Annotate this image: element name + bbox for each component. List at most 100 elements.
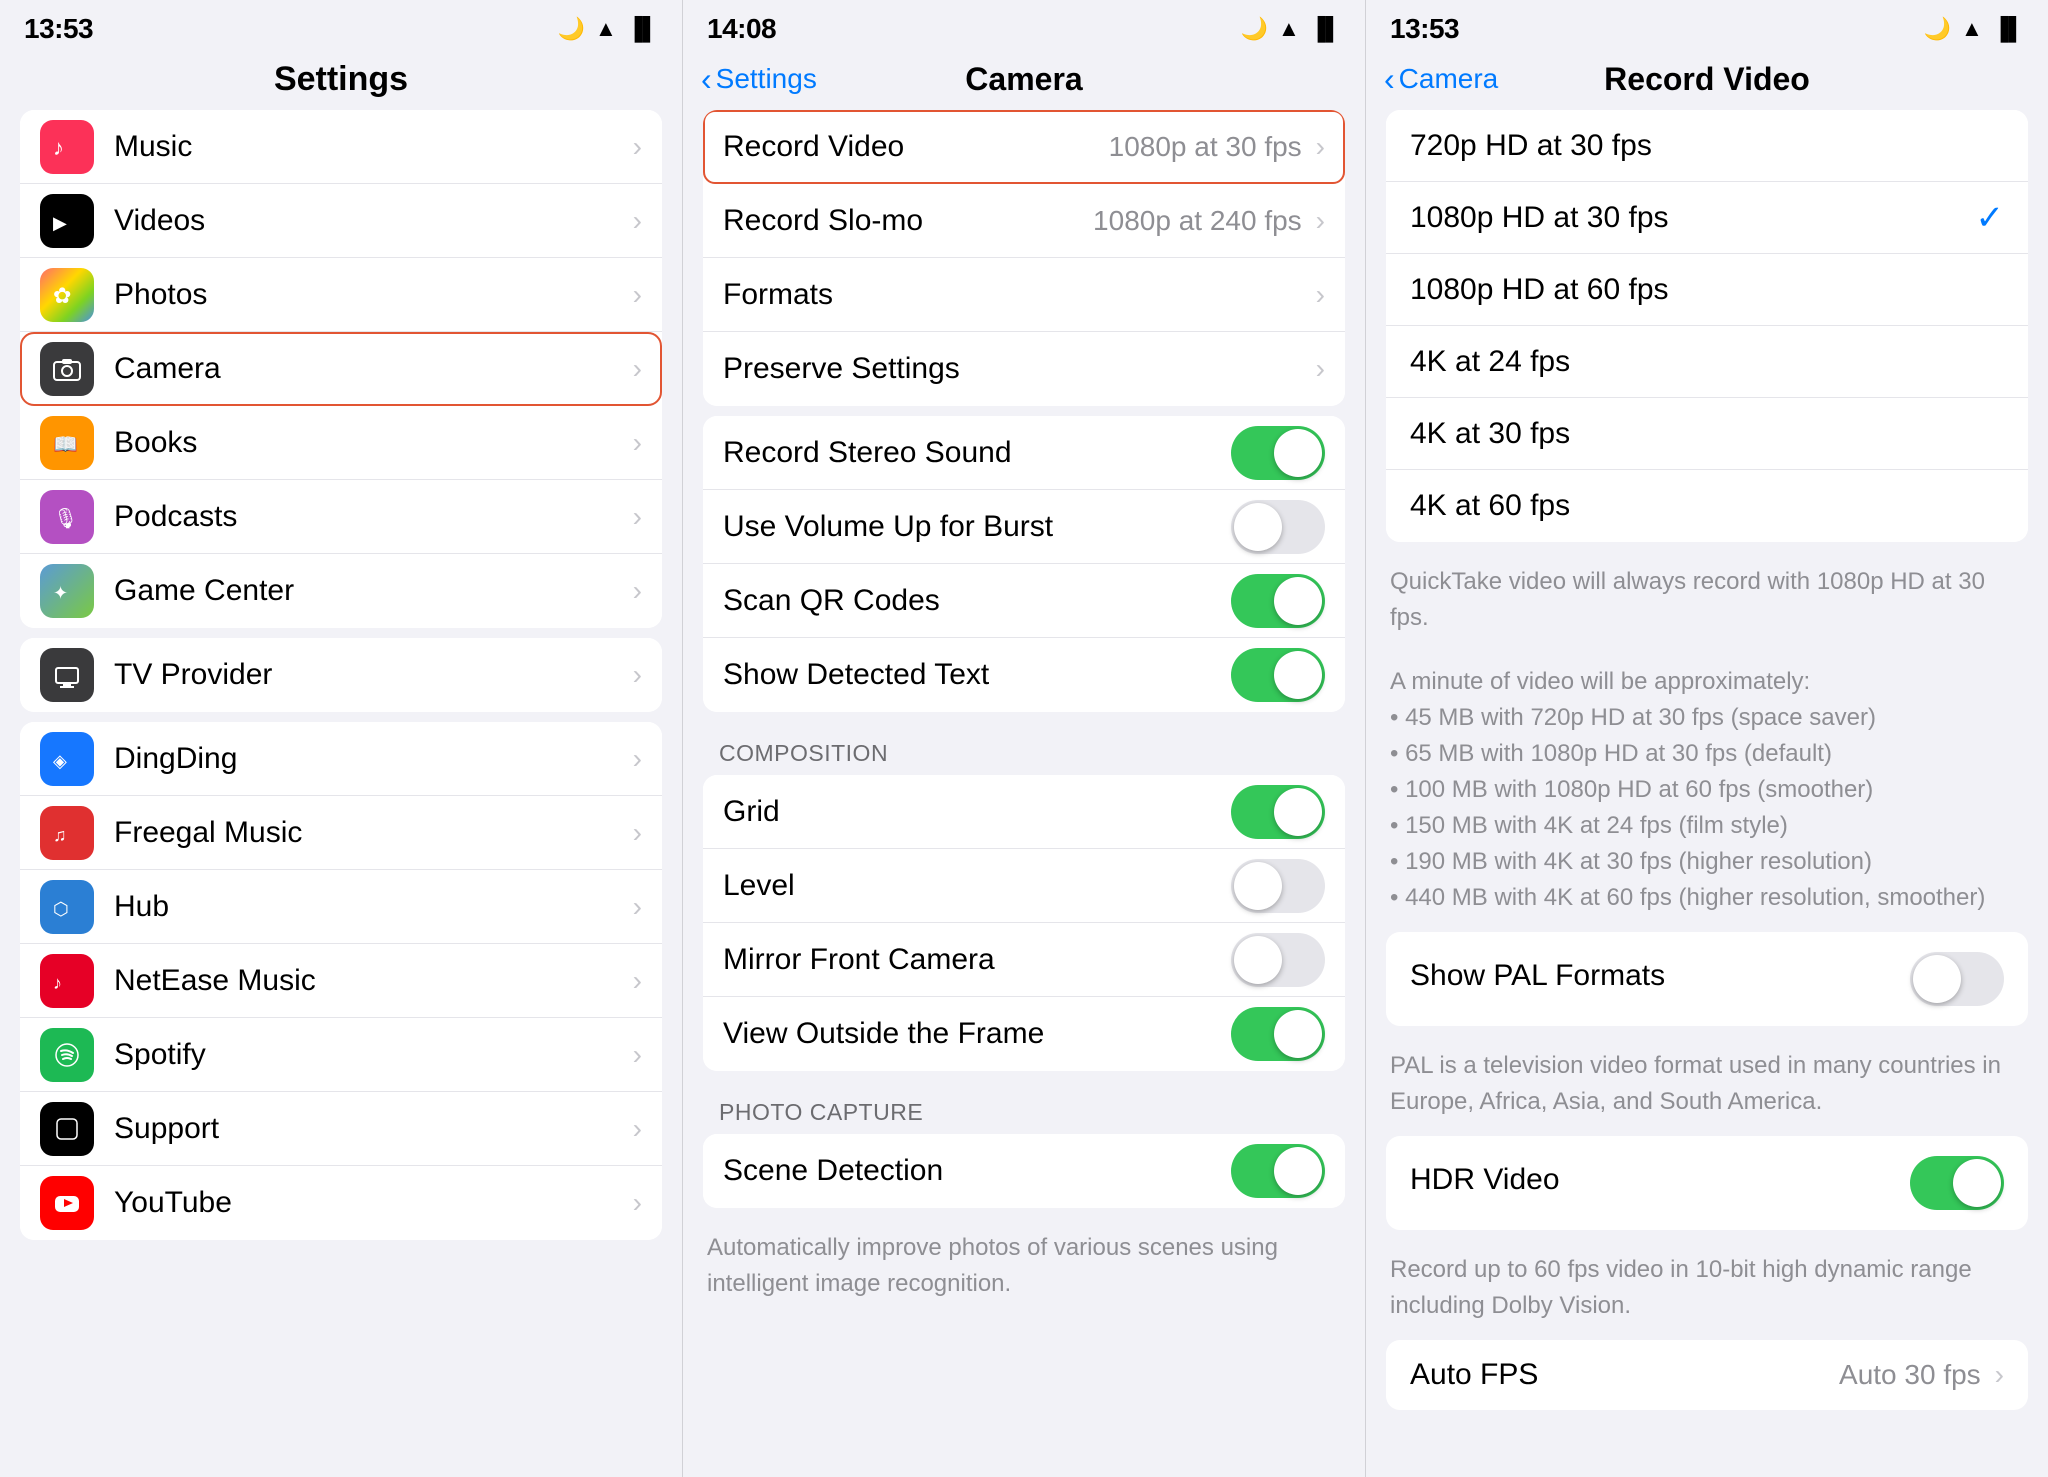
nav-bar-3: ‹ Camera Record Video bbox=[1366, 54, 2048, 110]
hdr-toggle[interactable] bbox=[1910, 1156, 2004, 1210]
option-720p30[interactable]: 720p HD at 30 fps bbox=[1386, 110, 2028, 182]
photocapture-list: Scene Detection bbox=[703, 1134, 1345, 1208]
camera-toggle-list: Record Stereo Sound Use Volume Up for Bu… bbox=[703, 416, 1345, 712]
autofps-value: Auto 30 fps bbox=[1839, 1359, 1981, 1391]
chevron-netease: › bbox=[633, 965, 642, 997]
gamecenter-label: Game Center bbox=[114, 574, 629, 608]
camera-label: Camera bbox=[114, 352, 629, 386]
camera-scanqr-row[interactable]: Scan QR Codes bbox=[703, 564, 1345, 638]
volumeburst-toggle[interactable] bbox=[1231, 500, 1325, 554]
scenedetection-desc: Automatically improve photos of various … bbox=[683, 1218, 1365, 1318]
camera-nav-list: Record Video 1080p at 30 fps › Record Sl… bbox=[703, 110, 1345, 406]
camera-panel: 14:08 🌙 ▲ ▐▌ ‹ Settings Camera Record Vi… bbox=[682, 0, 1366, 1477]
option-1080p60[interactable]: 1080p HD at 60 fps bbox=[1386, 254, 2028, 326]
hub-label: Hub bbox=[114, 890, 629, 924]
recordvideo-label: Record Video bbox=[723, 130, 1109, 164]
hub-icon: ⬡ bbox=[40, 880, 94, 934]
settings-item-youtube[interactable]: YouTube › bbox=[20, 1166, 662, 1240]
camera-mirrorfrontcamera-row[interactable]: Mirror Front Camera bbox=[703, 923, 1345, 997]
netease-label: NetEase Music bbox=[114, 964, 629, 998]
viewoutsideframe-toggle[interactable] bbox=[1231, 1007, 1325, 1061]
volumeburst-knob bbox=[1234, 503, 1282, 551]
svg-text:♪: ♪ bbox=[53, 973, 62, 993]
option-720p30-label: 720p HD at 30 fps bbox=[1410, 129, 2004, 163]
svg-text:🎙: 🎙 bbox=[53, 508, 78, 530]
pal-content: Show PAL Formats bbox=[1410, 959, 1910, 999]
minute-note: A minute of video will be approximately:… bbox=[1366, 652, 2048, 932]
recordvideo-content: 720p HD at 30 fps 1080p HD at 30 fps ✓ 1… bbox=[1366, 110, 2048, 1477]
pal-row[interactable]: Show PAL Formats bbox=[1386, 932, 2028, 1026]
settings-item-netease[interactable]: ♪ NetEase Music › bbox=[20, 944, 662, 1018]
camera-level-row[interactable]: Level bbox=[703, 849, 1345, 923]
settings-item-videos[interactable]: ▶ Videos › bbox=[20, 184, 662, 258]
camera-scenedetection-row[interactable]: Scene Detection bbox=[703, 1134, 1345, 1208]
tvprovider-label: TV Provider bbox=[114, 658, 629, 692]
mirrorfrontcamera-label: Mirror Front Camera bbox=[723, 943, 1231, 977]
level-toggle[interactable] bbox=[1231, 859, 1325, 913]
option-1080p30[interactable]: 1080p HD at 30 fps ✓ bbox=[1386, 182, 2028, 254]
wifi-icon-2: ▲ bbox=[1278, 16, 1300, 42]
music-icon: ♪ bbox=[40, 120, 94, 174]
chevron-hub: › bbox=[633, 891, 642, 923]
recordstereo-toggle[interactable] bbox=[1231, 426, 1325, 480]
settings-item-tvprovider[interactable]: TV Provider › bbox=[20, 638, 662, 712]
pal-desc: PAL is a television video format used in… bbox=[1366, 1036, 2048, 1136]
settings-main-list: ♪ Music › ▶ Videos › ✿ Photos › bbox=[20, 110, 662, 628]
settings-item-music[interactable]: ♪ Music › bbox=[20, 110, 662, 184]
option-4k60[interactable]: 4K at 60 fps bbox=[1386, 470, 2028, 542]
youtube-icon bbox=[40, 1176, 94, 1230]
scenedetection-toggle[interactable] bbox=[1231, 1144, 1325, 1198]
chevron-videos: › bbox=[633, 205, 642, 237]
composition-list: Grid Level Mirror Front Camera View Outs… bbox=[703, 775, 1345, 1071]
chevron-freegal: › bbox=[633, 817, 642, 849]
settings-item-gamecenter[interactable]: ✦ Game Center › bbox=[20, 554, 662, 628]
camera-content: Record Video 1080p at 30 fps › Record Sl… bbox=[683, 110, 1365, 1477]
chevron-preservesettings: › bbox=[1316, 353, 1325, 385]
viewoutsideframe-label: View Outside the Frame bbox=[723, 1017, 1231, 1051]
settings-item-books[interactable]: 📖 Books › bbox=[20, 406, 662, 480]
status-bar-2: 14:08 🌙 ▲ ▐▌ bbox=[683, 0, 1365, 54]
option-4k30[interactable]: 4K at 30 fps bbox=[1386, 398, 2028, 470]
back-button-3[interactable]: ‹ Camera bbox=[1384, 63, 1498, 95]
camera-recordvideo-row[interactable]: Record Video 1080p at 30 fps › bbox=[703, 110, 1345, 184]
scanqr-toggle[interactable] bbox=[1231, 574, 1325, 628]
camera-grid-row[interactable]: Grid bbox=[703, 775, 1345, 849]
status-bar-3: 13:53 🌙 ▲ ▐▌ bbox=[1366, 0, 2048, 54]
settings-panel: 13:53 🌙 ▲ ▐▌ Settings ♪ Music › ▶ Video bbox=[0, 0, 682, 1477]
netease-icon: ♪ bbox=[40, 954, 94, 1008]
camera-volumeburst-row[interactable]: Use Volume Up for Burst bbox=[703, 490, 1345, 564]
settings-item-camera[interactable]: Camera › bbox=[20, 332, 662, 406]
quicktake-note: QuickTake video will always record with … bbox=[1366, 552, 2048, 652]
grid-toggle[interactable] bbox=[1231, 785, 1325, 839]
svg-text:✿: ✿ bbox=[53, 283, 71, 308]
settings-item-support[interactable]: Support › bbox=[20, 1092, 662, 1166]
camera-showdetectedtext-row[interactable]: Show Detected Text bbox=[703, 638, 1345, 712]
back-button-2[interactable]: ‹ Settings bbox=[701, 63, 817, 95]
status-time-3: 13:53 bbox=[1390, 13, 1459, 45]
camera-viewoutsideframe-row[interactable]: View Outside the Frame bbox=[703, 997, 1345, 1071]
mirrorfrontcamera-toggle[interactable] bbox=[1231, 933, 1325, 987]
recordslomo-label: Record Slo-mo bbox=[723, 204, 1093, 238]
settings-item-podcasts[interactable]: 🎙 Podcasts › bbox=[20, 480, 662, 554]
chevron-dingding: › bbox=[633, 743, 642, 775]
moon-icon-2: 🌙 bbox=[1241, 16, 1268, 42]
autofps-row[interactable]: Auto FPS Auto 30 fps › bbox=[1386, 1340, 2028, 1410]
settings-item-hub[interactable]: ⬡ Hub › bbox=[20, 870, 662, 944]
option-4k24[interactable]: 4K at 24 fps bbox=[1386, 326, 2028, 398]
camera-preservesettings-row[interactable]: Preserve Settings › bbox=[703, 332, 1345, 406]
settings-item-spotify[interactable]: Spotify › bbox=[20, 1018, 662, 1092]
settings-item-freegal[interactable]: ♫ Freegal Music › bbox=[20, 796, 662, 870]
hdr-row[interactable]: HDR Video bbox=[1386, 1136, 2028, 1230]
settings-item-dingding[interactable]: ◈ DingDing › bbox=[20, 722, 662, 796]
checkmark-1080p30: ✓ bbox=[1976, 198, 2005, 238]
camera-formats-row[interactable]: Formats › bbox=[703, 258, 1345, 332]
dingding-label: DingDing bbox=[114, 742, 629, 776]
status-icons-2: 🌙 ▲ ▐▌ bbox=[1241, 16, 1341, 42]
settings-item-photos[interactable]: ✿ Photos › bbox=[20, 258, 662, 332]
showdetectedtext-toggle[interactable] bbox=[1231, 648, 1325, 702]
camera-recordstereo-row[interactable]: Record Stereo Sound bbox=[703, 416, 1345, 490]
hdr-content: HDR Video bbox=[1410, 1163, 1910, 1203]
camera-recordslomo-row[interactable]: Record Slo-mo 1080p at 240 fps › bbox=[703, 184, 1345, 258]
pal-toggle[interactable] bbox=[1910, 952, 2004, 1006]
scanqr-label: Scan QR Codes bbox=[723, 584, 1231, 618]
